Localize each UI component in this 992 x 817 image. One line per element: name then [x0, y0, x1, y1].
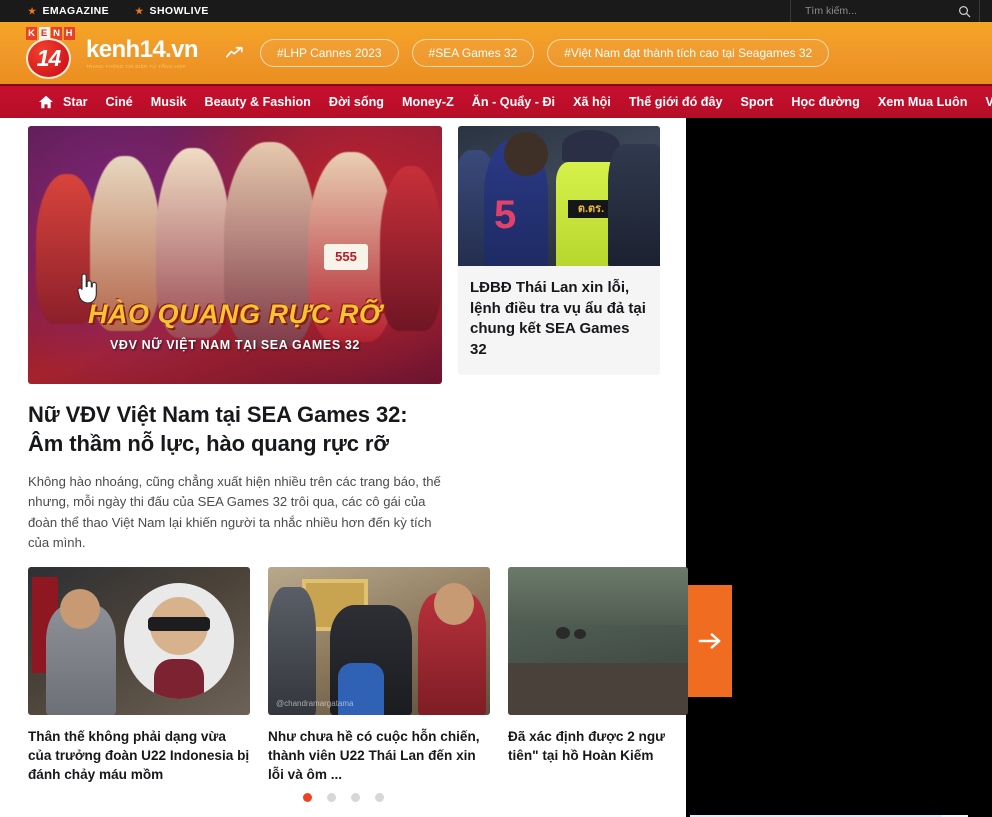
- hero-caption-main: HÀO QUANG RỰC RỠ: [88, 299, 382, 329]
- thumbnail-image[interactable]: [28, 567, 250, 715]
- main-navigation: Star Ciné Musik Beauty & Fashion Đời sốn…: [0, 84, 992, 118]
- hero-article-title[interactable]: Nữ VĐV Việt Nam tại SEA Games 32: Âm thầ…: [28, 400, 442, 459]
- search-icon[interactable]: [958, 5, 971, 18]
- top-bar: ★ EMAGAZINE ★ SHOWLIVE: [0, 0, 992, 22]
- hero-article[interactable]: 555 HÀO QUANG RỰC RỠ VĐV NỮ VIỆT NAM TẠI…: [28, 126, 442, 553]
- nav-item-hoc-duong[interactable]: Học đường: [782, 85, 868, 119]
- thumbnail-title[interactable]: Như chưa hề có cuộc hỗn chiến, thành viê…: [268, 727, 490, 784]
- side-article-image[interactable]: 5 ต.ตร.: [458, 126, 660, 266]
- thumbnail-card-3[interactable]: Đã xác định được 2 ngư tiên" tại hồ Hoàn…: [508, 567, 732, 784]
- nav-item-musik[interactable]: Musik: [142, 85, 196, 119]
- search-box[interactable]: [790, 0, 980, 22]
- topbar-link-emagazine[interactable]: ★ EMAGAZINE: [28, 5, 109, 17]
- tag-pill-vietnam-seagames[interactable]: #Việt Nam đạt thành tích cao tại Seagame…: [547, 39, 830, 67]
- side-article-column: 5 ต.ตร. LĐBĐ Thái Lan xin lỗi, lệnh điều…: [458, 126, 660, 553]
- thumbnail-title[interactable]: Đã xác định được 2 ngư tiên" tại hồ Hoàn…: [508, 727, 688, 765]
- hero-image-caption: HÀO QUANG RỰC RỠ VĐV NỮ VIỆT NAM TẠI SEA…: [28, 299, 442, 353]
- thumbnail-title[interactable]: Thân thế không phải dạng vừa của trưởng …: [28, 727, 250, 784]
- logo-text: kenh14.vn TRANG THÔNG TIN ĐIỆN TỬ TỔNG H…: [86, 35, 199, 70]
- nav-item-xa-hoi[interactable]: Xã hội: [564, 85, 620, 119]
- nav-item-doi-song[interactable]: Đời sống: [320, 85, 393, 119]
- carousel-dot-3[interactable]: [350, 793, 360, 802]
- content-column: 555 HÀO QUANG RỰC RỠ VĐV NỮ VIỆT NAM TẠI…: [0, 118, 732, 817]
- hero-caption-sub: VĐV NỮ VIỆT NAM TẠI SEA GAMES 32: [110, 338, 360, 352]
- site-name: kenh14.vn: [86, 35, 199, 63]
- nav-item-star[interactable]: Star: [54, 85, 97, 119]
- topbar-link-label: SHOWLIVE: [149, 5, 209, 17]
- thumbnail-card-2[interactable]: @chandramargatama Như chưa hề có cuộc hỗ…: [268, 567, 490, 784]
- nav-item-money-z[interactable]: Money-Z: [393, 85, 463, 119]
- trending-tags: #LHP Cannes 2023 #SEA Games 32 #Việt Nam…: [260, 39, 830, 67]
- thumbnail-image[interactable]: [508, 567, 688, 715]
- carousel-dot-2[interactable]: [326, 793, 336, 802]
- thumbnail-card-1[interactable]: Thân thế không phải dạng vừa của trưởng …: [28, 567, 250, 784]
- thumbnail-row: Thân thế không phải dạng vừa của trưởng …: [28, 567, 732, 784]
- site-tagline: TRANG THÔNG TIN ĐIỆN TỬ TỔNG HỢP: [86, 64, 186, 70]
- nav-item-beauty-fashion[interactable]: Beauty & Fashion: [196, 85, 320, 119]
- right-gutter: [686, 118, 992, 817]
- nav-item-xem-mua-luon[interactable]: Xem Mua Luôn: [869, 85, 977, 119]
- side-article-title[interactable]: LĐBĐ Thái Lan xin lỗi, lệnh điều tra vụ …: [458, 266, 660, 361]
- hero-article-summary: Không hào nhoáng, cũng chẳng xuất hiện n…: [28, 473, 441, 550]
- site-header: K E N H 14 kenh14.vn TRANG THÔNG TIN ĐIỆ…: [0, 22, 992, 84]
- carousel-dots: [0, 793, 686, 802]
- logo-number-circle: 14: [26, 38, 71, 79]
- topbar-link-showlive[interactable]: ★ SHOWLIVE: [135, 5, 209, 17]
- hero-image[interactable]: 555 HÀO QUANG RỰC RỠ VĐV NỮ VIỆT NAM TẠI…: [28, 126, 442, 384]
- thumbnail-image[interactable]: @chandramargatama: [268, 567, 490, 715]
- logo-letter: K: [26, 27, 37, 40]
- logo-mark: K E N H 14: [26, 27, 76, 79]
- trending-up-icon: [226, 46, 243, 58]
- topbar-link-label: EMAGAZINE: [42, 5, 110, 17]
- nav-item-the-gioi-do-day[interactable]: Thế giới đó đây: [620, 85, 732, 119]
- page-body: 555 HÀO QUANG RỰC RỠ VĐV NỮ VIỆT NAM TẠI…: [0, 118, 992, 817]
- nav-item-an-quay-di[interactable]: Ăn - Quẩy - Đi: [463, 85, 564, 119]
- logo-number: 14: [36, 45, 62, 71]
- carousel-dot-4[interactable]: [374, 793, 384, 802]
- logo-letter: H: [63, 27, 75, 40]
- carousel-next-button[interactable]: [688, 585, 732, 697]
- carousel-dot-1[interactable]: [302, 793, 312, 802]
- arrow-right-icon: [698, 633, 721, 649]
- site-logo[interactable]: K E N H 14 kenh14.vn TRANG THÔNG TIN ĐIỆ…: [26, 27, 199, 79]
- home-icon[interactable]: [38, 95, 54, 109]
- tag-pill-sea-games[interactable]: #SEA Games 32: [411, 39, 535, 67]
- nav-item-video[interactable]: Video: [976, 85, 992, 119]
- star-icon: ★: [28, 5, 37, 16]
- side-article-card[interactable]: 5 ต.ตร. LĐBĐ Thái Lan xin lỗi, lệnh điều…: [458, 126, 660, 375]
- search-input[interactable]: [805, 5, 952, 17]
- top-bar-links: ★ EMAGAZINE ★ SHOWLIVE: [28, 5, 209, 17]
- nav-item-sport[interactable]: Sport: [731, 85, 782, 119]
- nav-item-cine[interactable]: Ciné: [97, 85, 142, 119]
- hero-row: 555 HÀO QUANG RỰC RỠ VĐV NỮ VIỆT NAM TẠI…: [28, 126, 660, 553]
- tag-pill-lhp-cannes[interactable]: #LHP Cannes 2023: [260, 39, 399, 67]
- star-icon: ★: [135, 5, 144, 16]
